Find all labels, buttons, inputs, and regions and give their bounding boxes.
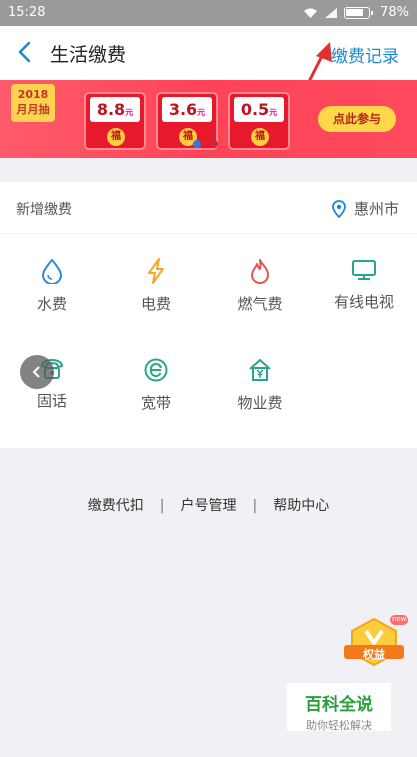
water-bill-item[interactable]: 水费 [0,258,104,328]
account-manage-link[interactable]: 户号管理 [181,498,237,514]
rights-badge[interactable]: 权益 new [340,615,408,671]
cable-tv-label: 有线电视 [333,293,394,311]
landline-label: 固话 [36,392,67,410]
carousel-dot-active[interactable] [193,140,201,148]
red-packet: 8.8元 福 [84,92,146,150]
auto-debit-link[interactable]: 缴费代扣 [88,498,144,514]
carousel-dot[interactable] [210,140,218,148]
broadband-item[interactable]: 宽带 [104,357,208,427]
city-selector[interactable]: 惠州市 [332,198,399,219]
lightning-icon [148,258,164,284]
broadband-icon [144,358,168,382]
property-fee-label: 物业费 [237,394,283,412]
location-pin-icon [332,199,346,218]
battery-percent: 78% [380,5,409,20]
water-bill-label: 水费 [36,295,67,313]
add-bill-label: 新增缴费 [16,202,72,218]
carousel-dots [193,140,218,148]
water-drop-icon [41,258,63,284]
cable-tv-item[interactable]: 有线电视 [312,258,416,328]
electric-bill-item[interactable]: 电费 [104,258,208,328]
help-center-link[interactable]: 帮助中心 [273,498,329,514]
broadband-label: 宽带 [140,394,171,412]
nav-bar: 生活缴费 缴费记录 [0,26,417,80]
floating-back-button[interactable] [20,355,54,389]
wifi-icon [304,8,318,18]
page-title: 生活缴费 [50,44,127,66]
new-tag: new [392,615,407,623]
join-button[interactable]: 点此参与 [318,106,396,132]
status-time: 15:28 [8,5,46,20]
rights-badge-icon [344,615,408,667]
back-arrow-icon[interactable] [12,38,40,66]
gas-bill-item[interactable]: 燃气费 [208,258,312,328]
house-yen-icon [249,359,271,381]
watermark-subtitle: 助你轻松解决 [306,719,372,732]
status-bar: 15:28 78% [0,0,417,26]
flame-icon [251,259,269,284]
city-name: 惠州市 [353,200,399,218]
watermark-title: 百科全说 [305,695,373,715]
bill-section-header: 新增缴费 惠州市 [0,182,417,234]
payment-records-link[interactable]: 缴费记录 [331,42,399,67]
bill-section: 新增缴费 惠州市 水费 电费 燃气费 有线电视 固话 宽带 物业费 [0,182,417,448]
signal-icon [325,7,338,18]
property-fee-item[interactable]: 物业费 [208,357,312,427]
banner-tag: 2018 月月抽 [11,84,55,122]
watermark: 百科全说 助你轻松解决 [287,683,391,732]
electric-bill-label: 电费 [140,295,171,313]
gas-bill-label: 燃气费 [237,295,283,313]
rights-badge-label: 权益 [363,648,385,661]
red-packet: 0.5元 福 [228,92,290,150]
chevron-left-icon [32,366,40,378]
battery-icon [344,6,374,19]
tv-icon [352,260,376,280]
bottom-links: 缴费代扣 | 户号管理 | 帮助中心 [87,498,330,514]
